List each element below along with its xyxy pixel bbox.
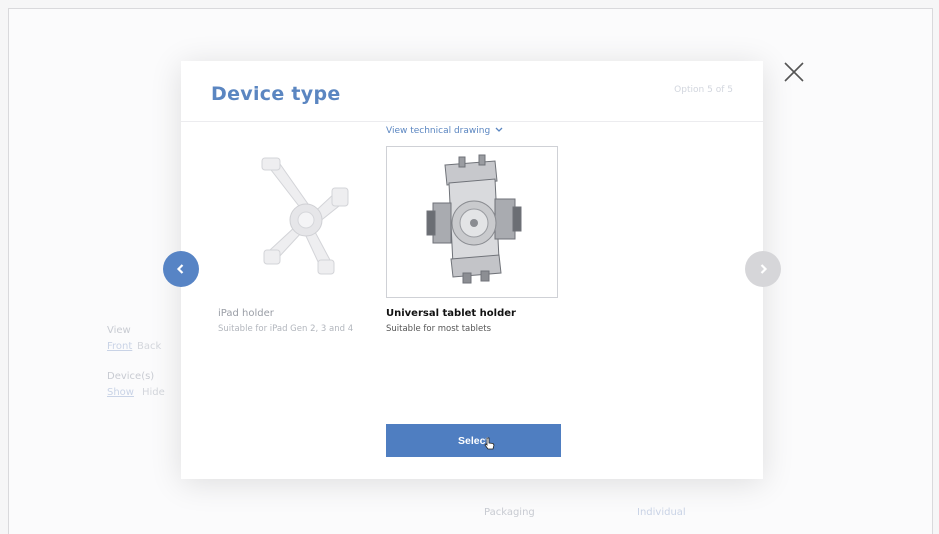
device-card-ipad-holder[interactable]: iPad holder Suitable for iPad Gen 2, 3 a… bbox=[218, 146, 390, 334]
option-current: 5 bbox=[707, 85, 713, 95]
modal-divider bbox=[181, 121, 763, 122]
bg-view-front-link[interactable]: Front bbox=[107, 341, 132, 352]
option-prefix: Option bbox=[674, 85, 705, 95]
close-icon[interactable] bbox=[782, 60, 806, 84]
bg-devices-label: Device(s) bbox=[107, 371, 155, 382]
device-card-universal-tablet-holder[interactable]: Universal tablet holder Suitable for mos… bbox=[386, 146, 558, 334]
ipad-holder-image bbox=[218, 146, 390, 298]
chevron-left-icon bbox=[176, 264, 184, 274]
bg-view-label: View bbox=[107, 325, 131, 336]
card-name: iPad holder bbox=[218, 308, 274, 319]
technical-drawing-link[interactable]: View technical drawing bbox=[386, 126, 503, 136]
option-sep: of bbox=[715, 85, 725, 95]
bg-packaging-label: Packaging bbox=[484, 507, 535, 518]
option-total: 5 bbox=[727, 85, 733, 95]
card-desc: Suitable for most tablets bbox=[386, 324, 491, 334]
chevron-down-icon bbox=[495, 127, 503, 132]
bg-devices-show-link[interactable]: Show bbox=[107, 387, 134, 398]
chevron-right-icon bbox=[760, 264, 768, 274]
bg-view-back-link[interactable]: Back bbox=[137, 341, 161, 352]
card-desc: Suitable for iPad Gen 2, 3 and 4 bbox=[218, 324, 354, 334]
technical-drawing-label: View technical drawing bbox=[386, 126, 491, 136]
universal-tablet-holder-image bbox=[386, 146, 558, 298]
pointer-cursor-icon bbox=[484, 437, 495, 450]
next-option-button[interactable] bbox=[745, 251, 781, 287]
bg-devices-hide-link[interactable]: Hide bbox=[142, 387, 165, 398]
previous-option-button[interactable] bbox=[163, 251, 199, 287]
device-type-modal: Device type Option 5 of 5 View technical… bbox=[181, 61, 763, 479]
select-button[interactable]: Select bbox=[386, 424, 561, 457]
modal-title: Device type bbox=[211, 83, 341, 105]
card-name: Universal tablet holder bbox=[386, 308, 516, 319]
page: View Front Back Device(s) Show Hide Pack… bbox=[0, 0, 939, 534]
bg-packaging-value[interactable]: Individual bbox=[637, 507, 686, 518]
option-counter: Option 5 of 5 bbox=[674, 85, 733, 95]
